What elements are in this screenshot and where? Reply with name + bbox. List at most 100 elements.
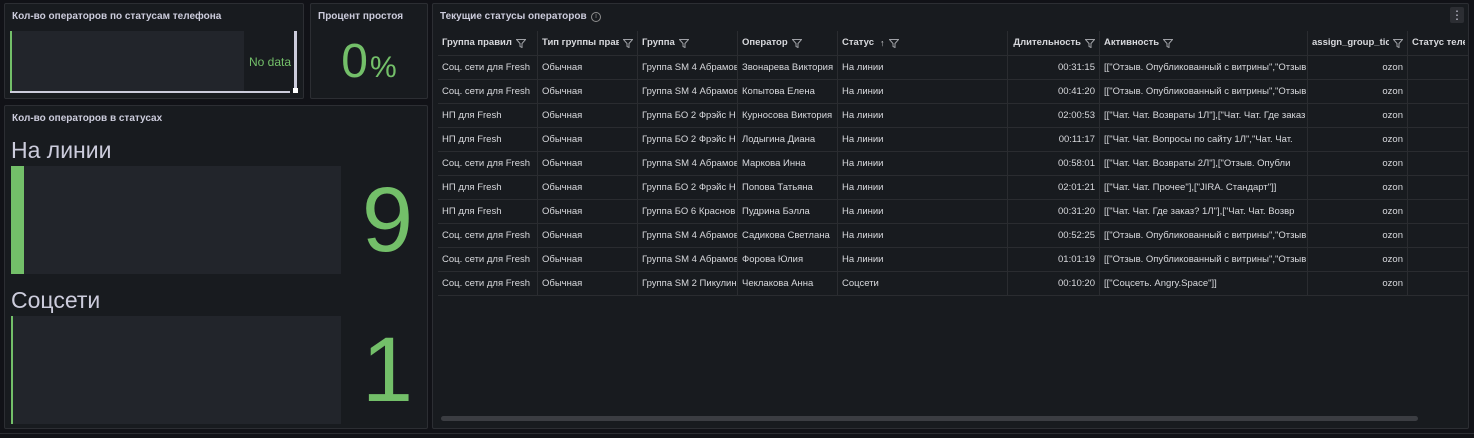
table-cell: 00:11:17 [1008,128,1100,151]
table-row[interactable]: Соц. сети для Fresh Обычная Группа SM 4 Аб… [438,152,1468,176]
table-cell: Обычная [538,80,638,103]
table-cell: НП для Fresh [438,176,538,199]
table-cell: На линии [838,128,1008,151]
table-row[interactable]: Соц. сети для Fresh Обычная Группа SM 2 Пи… [438,272,1468,296]
panel-title[interactable]: Кол-во операторов в статусах [12,113,162,124]
table-cell [1408,56,1468,79]
phone-status-panel: Кол-во операторов по статусам телефона N… [4,3,304,99]
vertical-scrollbar[interactable] [294,31,297,91]
table-cell: 00:41:20 [1008,80,1100,103]
table-cell: Звонарева Виктория [738,56,838,79]
table-row[interactable]: Соц. сети для Fresh Обычная Группа SM 4 Аб… [438,224,1468,248]
filter-icon[interactable] [1393,38,1403,48]
table-cell: [["Чат. Чат. Прочее"],["JIRA. Стандарт"]… [1100,176,1308,199]
filter-icon[interactable] [888,38,899,48]
table-cell: 00:10:20 [1008,272,1100,295]
status-gauge-online [11,166,341,274]
table-cell: ozon [1308,152,1408,175]
column-header[interactable]: Статус ↑ [838,31,1008,55]
table-row[interactable]: Соц. сети для Fresh Обычная Группа SM 4 Аб… [438,80,1468,104]
table-cell: ozon [1308,80,1408,103]
table-cell: Обычная [538,104,638,127]
column-header[interactable]: Длительность [1008,31,1100,55]
table-cell: НП для Fresh [438,104,538,127]
panel-title[interactable]: Процент простоя [318,11,403,22]
table-cell: ozon [1308,248,1408,271]
table-cell: На линии [838,56,1008,79]
column-header-label: Группа правил [442,37,512,48]
column-header[interactable]: Группа [638,31,738,55]
filter-icon[interactable] [791,38,802,48]
sort-ascending-icon[interactable]: ↑ [880,31,885,55]
filter-icon[interactable] [1163,38,1174,48]
table-cell: Группа БО 2 Фрэйс Н [638,104,738,127]
table-cell: ozon [1308,200,1408,223]
table-cell: Соц. сети для Fresh [438,248,538,271]
table-cell: [["Отзыв. Опубликованный с витрины","Отз… [1100,224,1308,247]
table-cell: [["Отзыв. Опубликованный с витрины","Отз… [1100,248,1308,271]
panel-title[interactable]: Текущие статусы операторов [440,11,587,22]
column-header[interactable]: Группа правил [438,31,538,55]
column-header[interactable]: Статус телефона [1408,31,1468,55]
table-cell: 01:01:19 [1008,248,1100,271]
table-cell: 00:31:15 [1008,56,1100,79]
idle-percent-value: 0% [311,34,427,96]
stat-unit: % [370,51,397,84]
filter-icon[interactable] [1085,38,1095,48]
table-cell: На линии [838,152,1008,175]
column-header-label: Тип группы правил [542,37,619,48]
table-cell: Группа SM 4 Абрамова [638,224,738,247]
filter-icon[interactable] [678,38,689,48]
table-row[interactable]: Соц. сети для Fresh Обычная Группа SM 4 Аб… [438,56,1468,80]
menu-icon[interactable]: ⋮ [1450,7,1464,23]
table-cell: Группа SM 4 Абрамова [638,152,738,175]
table-cell: Копытова Елена [738,80,838,103]
status-label-online: На линии [11,137,112,163]
table-cell: Группа SM 4 Абрамова [638,248,738,271]
column-header[interactable]: Тип группы правил [538,31,638,55]
table-cell [1408,272,1468,295]
filter-icon[interactable] [515,38,526,48]
horizontal-scrollbar[interactable] [441,416,1418,421]
column-header-label: Статус телефона [1412,37,1465,48]
table-cell: Соц. сети для Fresh [438,272,538,295]
divider [0,433,1474,434]
table-cell [1408,200,1468,223]
table-cell: [["Отзыв. Опубликованный с витрины","Отз… [1100,56,1308,79]
table-row[interactable]: НП для Fresh Обычная Группа БО 2 Фрэйс Н Ло… [438,128,1468,152]
table-cell: Маркова Инна [738,152,838,175]
table-cell: Курносова Виктория [738,104,838,127]
plot-area [10,31,244,91]
table-cell [1408,176,1468,199]
table-cell: Соц. сети для Fresh [438,152,538,175]
scroll-handle[interactable] [293,88,298,93]
filter-icon[interactable] [623,38,633,48]
table-cell: Попова Татьяна [738,176,838,199]
table-row[interactable]: НП для Fresh Обычная Группа БО 6 Краснов Пу… [438,200,1468,224]
table-cell: Соцсети [838,272,1008,295]
table-cell: Обычная [538,128,638,151]
table-cell: [["Отзыв. Опубликованный с витрины","Отз… [1100,80,1308,103]
table-header-row: Группа правил Тип группы правил Группа Опер… [438,31,1468,56]
table-cell: На линии [838,224,1008,247]
table-cell: ozon [1308,104,1408,127]
table-cell: [["Чат. Чат. Возвраты 1Л"],["Чат. Чат. Г… [1100,104,1308,127]
column-header[interactable]: assign_group_ticket [1308,31,1408,55]
table-row[interactable]: НП для Fresh Обычная Группа БО 2 Фрэйс Н По… [438,176,1468,200]
table-cell: 00:31:20 [1008,200,1100,223]
table-row[interactable]: Соц. сети для Fresh Обычная Группа SM 4 Аб… [438,248,1468,272]
table-cell: Группа БО 2 Фрэйс Н [638,128,738,151]
panel-title[interactable]: Кол-во операторов по статусам телефона [12,11,221,22]
column-header[interactable]: Оператор [738,31,838,55]
table-cell: Обычная [538,248,638,271]
idle-percent-panel: Процент простоя 0% [310,3,428,99]
table-cell: [["Чат. Чат. Где заказ? 1Л"],["Чат. Чат.… [1100,200,1308,223]
table-cell: Группа БО 6 Краснов [638,200,738,223]
column-header-label: Активность [1104,37,1160,48]
table-cell: ozon [1308,56,1408,79]
table-cell: На линии [838,104,1008,127]
column-header[interactable]: Активность [1100,31,1308,55]
table-cell: ozon [1308,272,1408,295]
info-icon[interactable]: i [591,12,601,22]
table-row[interactable]: НП для Fresh Обычная Группа БО 2 Фрэйс Н Ку… [438,104,1468,128]
